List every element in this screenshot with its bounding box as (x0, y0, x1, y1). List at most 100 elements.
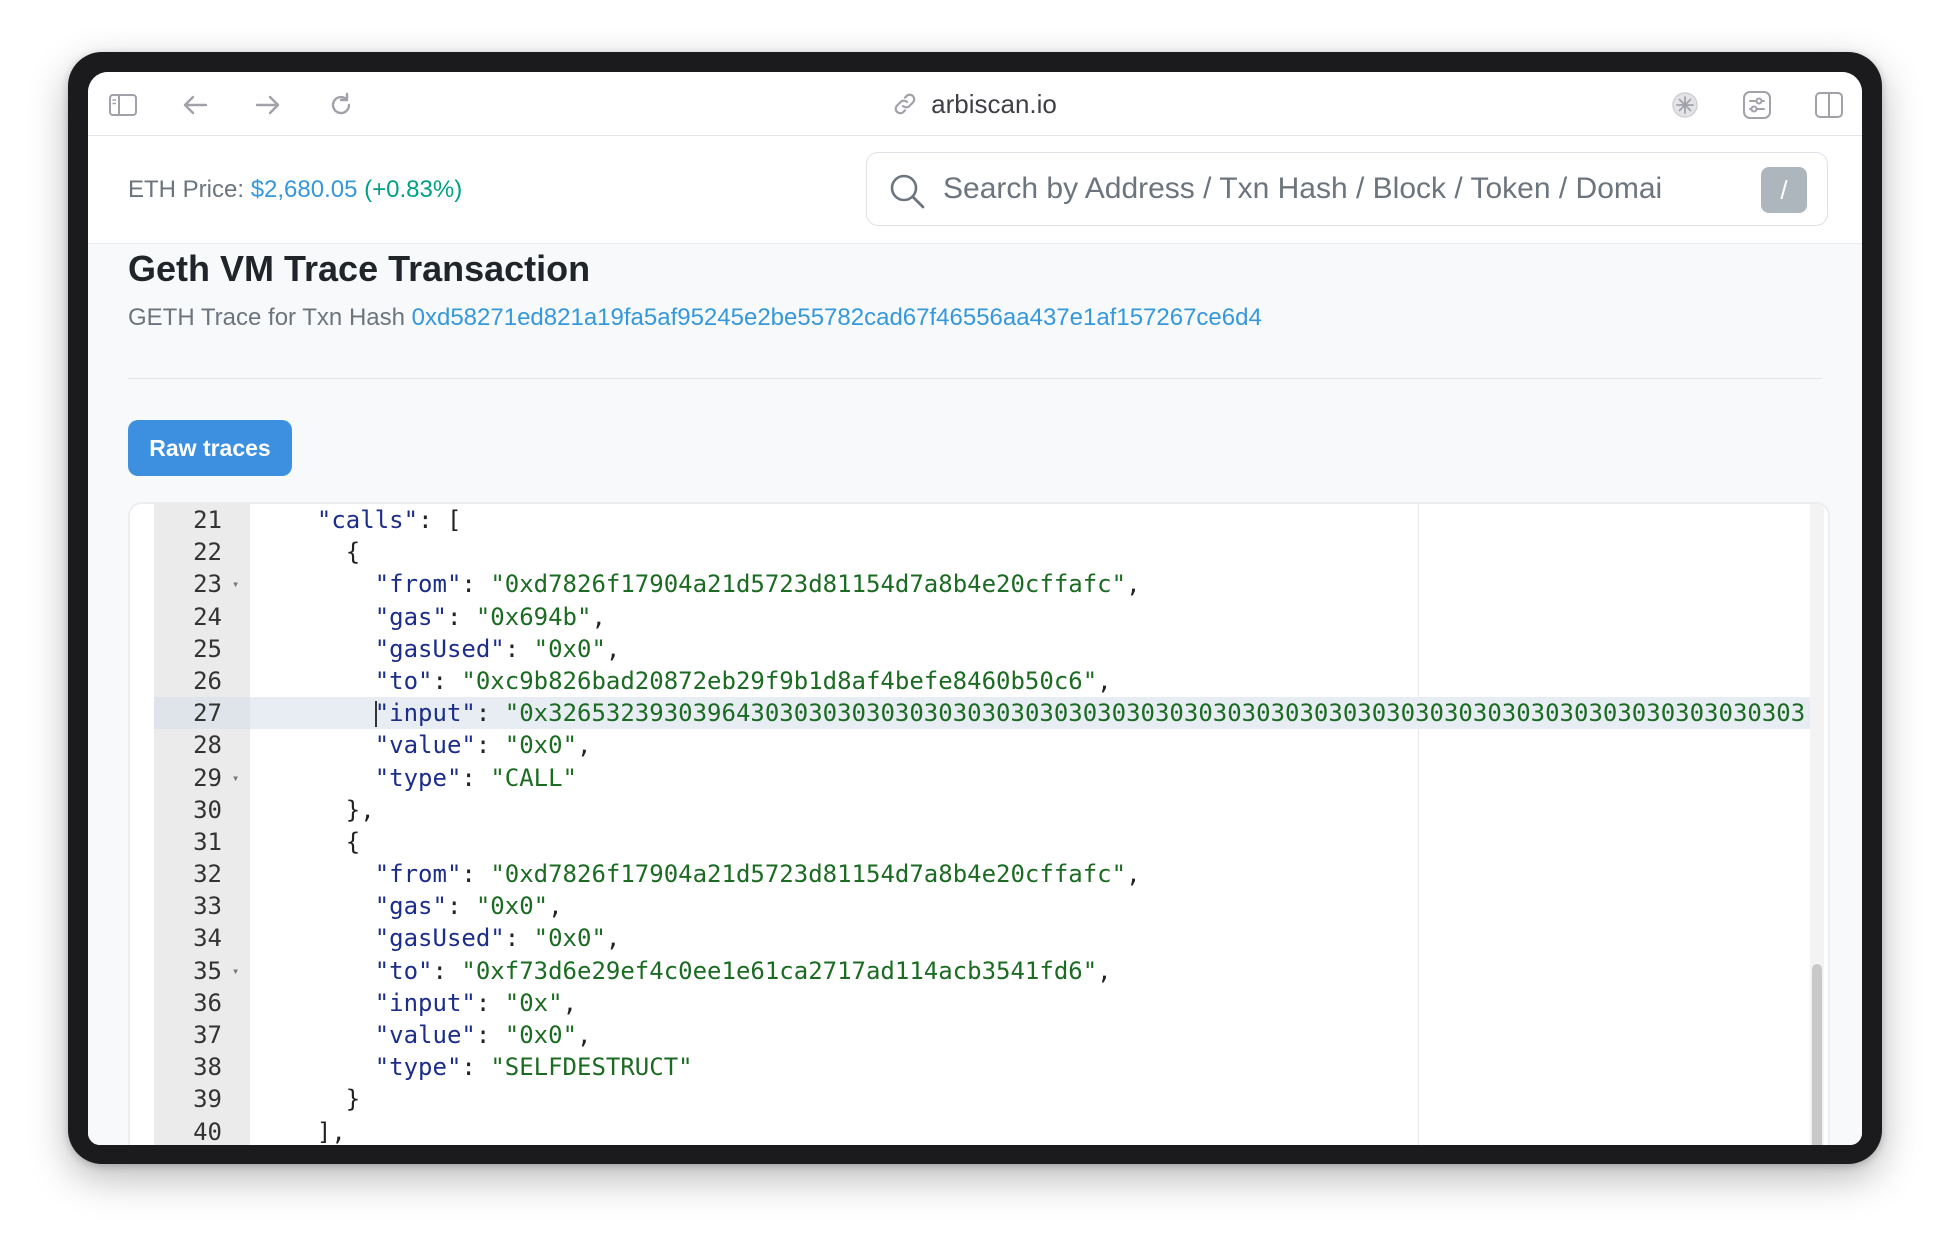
json-separator: : (446, 892, 476, 921)
line-number: 30 (193, 795, 222, 824)
json-string-value: "0x0" (533, 634, 606, 663)
json-separator: : (446, 602, 476, 631)
line-number: 38 (193, 1053, 222, 1082)
code-text: { (288, 826, 1810, 858)
code-text: "gasUsed": "0x0", (288, 922, 1810, 954)
browser-window: arbiscan.io ETH Price: $2,680.05 (+0.83%… (88, 72, 1862, 1145)
json-punctuation: { (345, 538, 361, 567)
json-key: "type" (374, 763, 462, 792)
code-line[interactable]: 39 } (154, 1083, 1810, 1115)
code-text: } (288, 1083, 1810, 1115)
reload-icon[interactable] (326, 90, 356, 120)
line-number: 31 (193, 827, 222, 856)
fold-toggle-icon[interactable]: ▾ (232, 568, 239, 600)
code-line[interactable]: 23 ▾ "from": "0xd7826f17904a21d5723d81154… (154, 568, 1810, 600)
json-separator: : (504, 924, 534, 953)
code-line[interactable]: 37 "value": "0x0", (154, 1019, 1810, 1051)
json-key: "input" (374, 699, 476, 728)
fold-toggle-icon[interactable]: ▾ (232, 955, 239, 987)
eth-price-value[interactable]: $2,680.05 (251, 176, 358, 203)
divider (128, 378, 1822, 379)
tune-icon[interactable] (1742, 90, 1772, 120)
code-line[interactable]: 29 ▾ "type": "CALL" (154, 762, 1810, 794)
json-key: "from" (374, 570, 462, 599)
code-text: "gas": "0x0", (288, 890, 1810, 922)
code-line[interactable]: 27 "input": "0x3265323930396430303030303… (154, 697, 1810, 730)
code-line[interactable]: 30 }, (154, 794, 1810, 826)
json-string-value: "0x0" (504, 731, 578, 760)
code-line[interactable]: 32 "from": "0xd7826f17904a21d5723d81154d… (154, 858, 1810, 890)
code-line[interactable]: 26 "to": "0xc9b826bad20872eb29f9b1d8af4b… (154, 665, 1810, 697)
fold-toggle-icon[interactable]: ▾ (232, 762, 239, 794)
json-separator: : (475, 731, 505, 760)
forward-arrow-icon[interactable] (253, 90, 283, 120)
code-line[interactable]: 38 "type": "SELFDESTRUCT" (154, 1051, 1810, 1083)
json-separator: : (432, 666, 462, 695)
code-line[interactable]: 22 { (154, 536, 1810, 568)
code-line[interactable]: 40 ], (154, 1116, 1810, 1145)
search-icon (887, 171, 927, 211)
json-key: "type" (374, 1053, 462, 1082)
json-punctuation: , (577, 731, 592, 760)
split-view-icon[interactable] (1814, 90, 1844, 120)
json-punctuation: , (577, 1021, 592, 1049)
back-arrow-icon[interactable] (180, 90, 210, 120)
json-punctuation: }, (345, 795, 375, 824)
json-punctuation: { (345, 827, 361, 856)
search-input[interactable] (943, 167, 1733, 211)
json-key: "gasUsed" (374, 634, 505, 663)
search-box[interactable]: / (866, 152, 1828, 226)
json-string-value: "0x0" (533, 924, 606, 953)
extension-icon[interactable] (1670, 90, 1700, 120)
json-punctuation: [ (446, 506, 462, 534)
code-text: "to": "0xf73d6e29ef4c0ee1e61ca2717ad114a… (288, 955, 1810, 987)
eth-price: ETH Price: $2,680.05 (+0.83%) (128, 176, 462, 204)
json-separator: : (475, 699, 505, 728)
json-punctuation: , (591, 602, 606, 631)
code-line[interactable]: 33 "gas": "0x0", (154, 890, 1810, 922)
main-content: Geth VM Trace Transaction GETH Trace for… (88, 244, 1862, 1145)
address-bar-url[interactable]: arbiscan.io (931, 89, 1057, 120)
code-line[interactable]: 35 ▾ "to": "0xf73d6e29ef4c0ee1e61ca2717ad… (154, 955, 1810, 987)
code-text: "to": "0xc9b826bad20872eb29f9b1d8af4befe… (288, 665, 1810, 697)
json-key: "gasUsed" (374, 924, 505, 953)
line-number: 21 (193, 506, 222, 534)
code-line[interactable]: 31 { (154, 826, 1810, 858)
code-editor[interactable]: 21 "calls": [22 {23 ▾ "from": "0xd7826f17… (128, 502, 1830, 1145)
raw-traces-button[interactable]: Raw traces (128, 420, 292, 476)
code-line[interactable]: 34 "gasUsed": "0x0", (154, 922, 1810, 954)
line-number: 33 (193, 892, 222, 921)
json-separator: : (461, 570, 491, 599)
code-line[interactable]: 21 "calls": [ (154, 504, 1810, 536)
code-text: "from": "0xd7826f17904a21d5723d81154d7a8… (288, 858, 1810, 890)
json-punctuation: , (1126, 570, 1141, 599)
line-number: 37 (193, 1021, 222, 1049)
json-string-value: "SELFDESTRUCT" (490, 1053, 693, 1082)
eth-price-label: ETH Price: (128, 176, 251, 203)
json-punctuation: , (562, 988, 578, 1017)
json-separator: : (475, 1021, 505, 1049)
json-string-value: "0xd7826f17904a21d5723d81154d7a8b4e20cff… (490, 570, 1127, 599)
json-key: "to" (374, 956, 433, 985)
code-text: "type": "SELFDESTRUCT" (288, 1051, 1810, 1083)
code-line[interactable]: 24 "gas": "0x694b", (154, 601, 1810, 633)
scrollbar-thumb[interactable] (1812, 964, 1822, 1145)
code-line[interactable]: 36 "input": "0x", (154, 987, 1810, 1019)
code-line[interactable]: 25 "gasUsed": "0x0", (154, 633, 1810, 665)
sidebar-icon[interactable] (108, 90, 138, 120)
json-separator: : (461, 860, 491, 889)
json-punctuation: , (605, 634, 621, 663)
vertical-scrollbar[interactable] (1810, 504, 1824, 1145)
txn-hash-link[interactable]: 0xd58271ed821a19fa5af95245e2be55782cad67… (412, 304, 1262, 331)
json-key: "value" (374, 731, 476, 760)
code-line[interactable]: 28 "value": "0x0", (154, 729, 1810, 761)
line-number: 25 (193, 634, 222, 663)
json-string-value: "0x" (504, 988, 563, 1017)
